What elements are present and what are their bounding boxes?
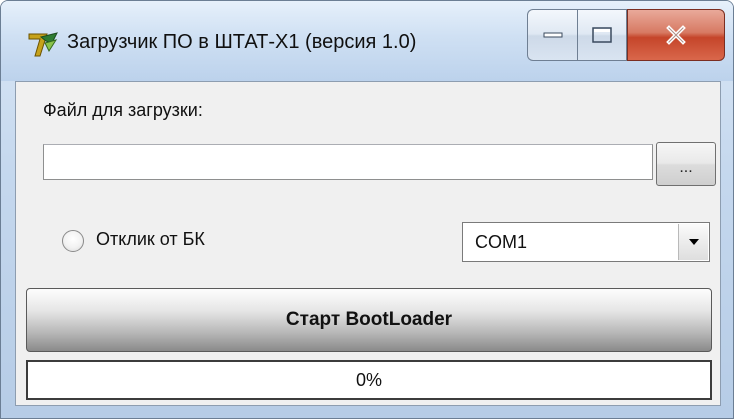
- port-dropdown-button[interactable]: [678, 224, 708, 260]
- response-radio[interactable]: [62, 230, 84, 252]
- chevron-down-icon: [688, 239, 699, 245]
- port-select-value: COM1: [475, 232, 528, 252]
- progress-text: 0%: [355, 370, 382, 390]
- port-select[interactable]: COM1: [462, 222, 710, 262]
- start-bootloader-button[interactable]: Старт BootLoader: [26, 288, 712, 352]
- minimize-button[interactable]: [527, 9, 577, 61]
- close-button[interactable]: [627, 9, 725, 61]
- browse-button[interactable]: ...: [656, 142, 716, 186]
- maximize-icon: [592, 27, 612, 43]
- file-path-input[interactable]: [43, 144, 653, 180]
- response-radio-label[interactable]: Отклик от БК: [96, 229, 205, 250]
- client-area: Файл для загрузки: ... Отклик от БК COM1…: [15, 81, 721, 406]
- minimize-icon: [543, 32, 562, 38]
- window-title: Загрузчик ПО в ШТАТ-Х1 (версия 1.0): [67, 31, 417, 53]
- maximize-button[interactable]: [577, 9, 627, 61]
- app-icon: [28, 32, 58, 57]
- progress-bar: 0%: [26, 360, 712, 400]
- caption-buttons: [527, 9, 725, 61]
- file-label: Файл для загрузки:: [43, 100, 203, 120]
- main-window: Загрузчик ПО в ШТАТ-Х1 (версия 1.0) Файл…: [0, 0, 734, 419]
- title-bar[interactable]: Загрузчик ПО в ШТАТ-Х1 (версия 1.0): [1, 1, 733, 81]
- close-icon: [666, 25, 686, 45]
